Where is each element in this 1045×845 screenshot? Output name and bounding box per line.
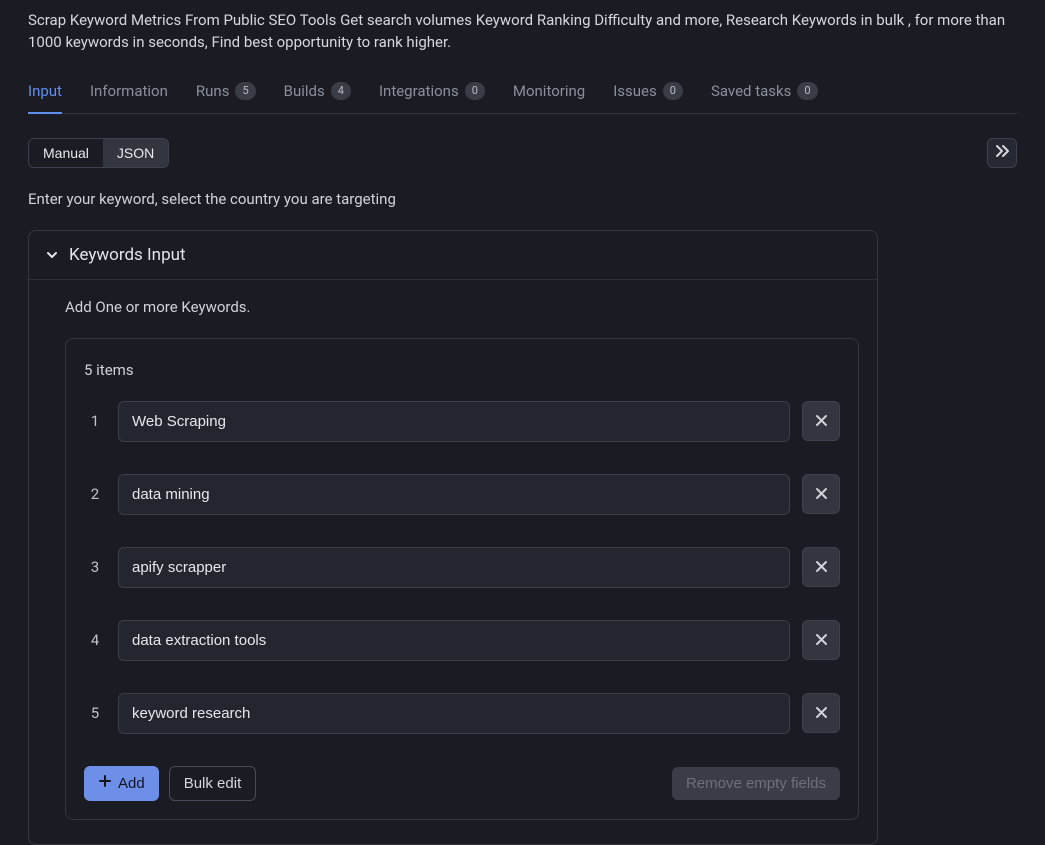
items-count: 5 items — [84, 361, 840, 379]
close-icon — [815, 411, 828, 432]
expand-button[interactable] — [987, 138, 1017, 168]
item-number: 4 — [84, 631, 106, 649]
bulk-edit-button[interactable]: Bulk edit — [169, 766, 257, 801]
keyword-input[interactable] — [118, 620, 790, 661]
keywords-section: Keywords Input Add One or more Keywords.… — [28, 230, 878, 845]
close-icon — [815, 557, 828, 578]
chevron-down-icon — [45, 248, 59, 262]
remove-item-button[interactable] — [802, 401, 840, 441]
tab-integrations[interactable]: Integrations 0 — [379, 74, 485, 113]
tabs-bar: Input Information Runs 5 Builds 4 Integrations… — [28, 74, 1017, 114]
tab-runs[interactable]: Runs 5 — [196, 74, 256, 113]
tab-saved-tasks[interactable]: Saved tasks 0 — [711, 74, 818, 113]
list-item: 5 — [84, 693, 840, 734]
tab-label: Integrations — [379, 82, 459, 100]
tab-label: Builds — [284, 82, 325, 100]
remove-empty-button: Remove empty fields — [672, 767, 840, 800]
tab-label: Runs — [196, 82, 230, 100]
remove-item-button[interactable] — [802, 547, 840, 587]
list-item: 1 — [84, 401, 840, 442]
list-item: 4 — [84, 620, 840, 661]
mode-manual-button[interactable]: Manual — [29, 139, 103, 167]
close-icon — [815, 630, 828, 651]
add-button[interactable]: Add — [84, 766, 159, 801]
mode-json-button[interactable]: JSON — [103, 139, 168, 167]
tab-badge: 5 — [235, 82, 255, 100]
list-item: 3 — [84, 547, 840, 588]
items-card: 5 items 1 2 3 4 5 Add Bulk edit Remove empty… — [65, 338, 859, 820]
item-number: 1 — [84, 412, 106, 430]
tab-badge: 4 — [331, 82, 351, 100]
remove-item-button[interactable] — [802, 620, 840, 660]
keyword-input[interactable] — [118, 693, 790, 734]
add-button-label: Add — [118, 775, 145, 792]
tab-label: Monitoring — [513, 82, 585, 100]
tab-label: Saved tasks — [711, 82, 791, 100]
close-icon — [815, 484, 828, 505]
tab-input[interactable]: Input — [28, 74, 62, 114]
tab-badge: 0 — [465, 82, 485, 100]
keyword-input[interactable] — [118, 401, 790, 442]
item-number: 2 — [84, 485, 106, 503]
remove-item-button[interactable] — [802, 474, 840, 514]
tab-information[interactable]: Information — [90, 74, 168, 113]
item-number: 3 — [84, 558, 106, 576]
tab-label: Input — [28, 82, 62, 100]
list-item: 2 — [84, 474, 840, 515]
instruction-text: Enter your keyword, select the country y… — [28, 190, 1017, 208]
tab-badge: 0 — [797, 82, 817, 100]
tab-label: Information — [90, 82, 168, 100]
keyword-input[interactable] — [118, 547, 790, 588]
tab-builds[interactable]: Builds 4 — [284, 74, 351, 113]
section-header[interactable]: Keywords Input — [29, 231, 877, 279]
keyword-input[interactable] — [118, 474, 790, 515]
tab-badge: 0 — [663, 82, 683, 100]
mode-toggle: Manual JSON — [28, 138, 169, 168]
page-description: Scrap Keyword Metrics From Public SEO To… — [28, 10, 1017, 54]
plus-icon — [98, 774, 112, 792]
tab-issues[interactable]: Issues 0 — [613, 74, 683, 113]
section-help: Add One or more Keywords. — [65, 298, 859, 316]
section-title: Keywords Input — [69, 245, 186, 265]
tab-monitoring[interactable]: Monitoring — [513, 74, 585, 113]
tab-label: Issues — [613, 82, 657, 100]
item-number: 5 — [84, 704, 106, 722]
close-icon — [815, 703, 828, 724]
chevron-double-right-icon — [994, 144, 1010, 161]
remove-item-button[interactable] — [802, 693, 840, 733]
